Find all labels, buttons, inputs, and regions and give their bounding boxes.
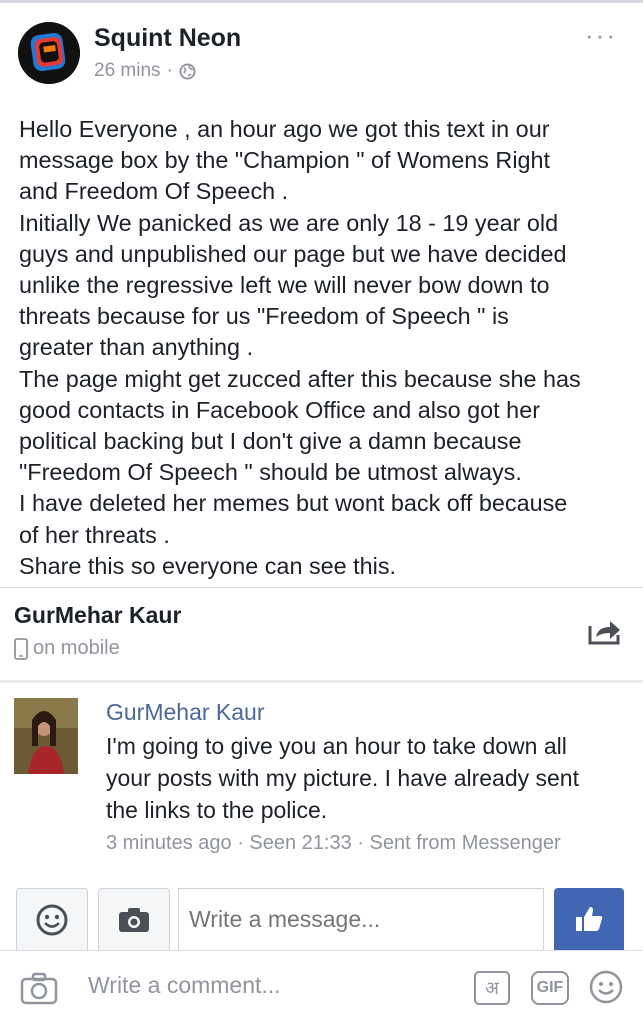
top-divider [0,0,643,3]
meta-dot: · [166,60,173,81]
post-author[interactable]: Squint Neon [94,24,241,53]
comment-camera-icon[interactable] [20,971,58,1005]
comment-emoji-icon[interactable] [588,969,624,1005]
post-time[interactable]: 26 mins [94,60,161,82]
post-line: and Freedom Of Speech . [19,178,289,205]
camera-button[interactable] [98,888,170,950]
post-line: guys and unpublished our page but we hav… [19,240,567,267]
sender-avatar[interactable] [14,698,78,774]
camera-icon [119,907,149,932]
gif-icon[interactable]: GIF [531,971,569,1005]
post-line: Share this so everyone can see this. [19,552,397,579]
emoji-button[interactable] [16,888,88,950]
presence-text: on mobile [33,637,120,659]
message-sender[interactable]: GurMehar Kaur [106,699,265,726]
divider [0,680,643,683]
page-avatar[interactable] [18,22,80,84]
post-line: political backing but I don't give a dam… [19,428,522,455]
divider [0,587,643,588]
phone-icon [14,637,28,660]
post-line: "Freedom Of Speech " should be utmost al… [19,459,522,486]
post-text: Hello Everyone , an hour ago we got this… [19,114,631,582]
message-meta: 3 minutes ago · Seen 21:33 · Sent from M… [106,832,561,854]
message-line: I'm going to give you an hour to take do… [106,733,567,759]
comment-bar: Write a comment... अ GIF [0,950,643,1024]
post-line: message box by the "Champion " of Womens… [19,147,551,174]
message-line: your posts with my picture. I have alrea… [106,765,579,791]
post-line: good contacts in Facebook Office and als… [19,396,540,423]
conversation-name[interactable]: GurMehar Kaur [14,602,181,629]
post-line: threats because for us "Freedom of Speec… [19,303,509,330]
share-icon[interactable] [587,616,623,646]
comment-input[interactable]: Write a comment... [88,972,281,999]
post-meta: 26 mins · [94,60,196,82]
like-send-button[interactable] [554,888,624,950]
message-input[interactable] [178,888,544,950]
more-options-button[interactable]: ··· [585,20,617,51]
thumbs-up-icon [576,907,603,931]
post-line: I have deleted her memes but wont back o… [19,490,568,517]
post-line: Initially We panicked as we are only 18 … [19,209,559,236]
presence-status: on mobile [14,637,120,660]
post-line: The page might get zucced after this bec… [19,365,581,392]
post-line: Hello Everyone , an hour ago we got this… [19,116,550,142]
globe-icon [179,62,196,80]
emoji-icon [36,904,68,935]
post-line: of her threats . [19,521,170,548]
hindi-keyboard-icon[interactable]: अ [474,971,510,1005]
message-text: I'm going to give you an hour to take do… [106,730,626,826]
post-line: greater than anything . [19,334,254,361]
post-line: unlike the regressive left we will never… [19,272,550,299]
message-line: the links to the police. [106,797,328,823]
